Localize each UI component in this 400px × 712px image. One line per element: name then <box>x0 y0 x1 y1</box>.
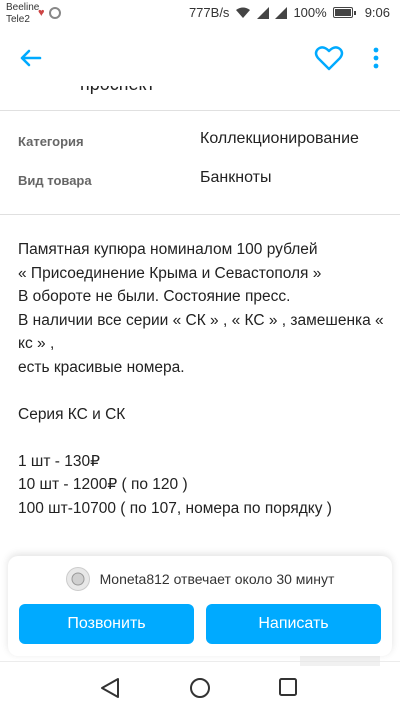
heart-monitor-icon: ♥ <box>38 7 45 19</box>
notification-icons: ♥ <box>38 7 61 19</box>
wifi-icon <box>236 7 251 18</box>
description-line: В наличии все серии « СК » , « КС » , за… <box>18 311 384 329</box>
clock: 9:06 <box>364 5 390 20</box>
property-key: Категория <box>18 134 84 149</box>
message-button[interactable]: Написать <box>206 604 381 644</box>
description-line: Серия КС и СК <box>18 405 126 423</box>
description-line: « Присоединение Крыма и Севастополя » <box>18 264 322 282</box>
carrier-info: Beeline Tele2 <box>6 2 39 26</box>
description-line: Памятная купюра номиналом 100 рублей <box>18 241 318 258</box>
signal-icon <box>257 6 270 19</box>
battery-icon <box>332 7 356 18</box>
app-bar <box>0 28 400 86</box>
carrier-1: Beeline <box>6 2 40 13</box>
divider <box>0 110 400 111</box>
home-circle-icon[interactable] <box>189 677 211 699</box>
network-speed: 777B/s <box>188 5 230 20</box>
seller-row: Moneta812 отвечает около 30 минут <box>8 566 392 592</box>
call-button[interactable]: Позвонить <box>19 604 194 644</box>
status-bar: Beeline Tele2 ♥ 777B/s 100% 9:06 <box>0 0 400 28</box>
triangle-back-icon[interactable] <box>98 677 122 699</box>
description: Памятная купюра номиналом 100 рублей « П… <box>18 238 388 520</box>
description-line: 1 шт - 130₽ <box>18 452 100 470</box>
address-text: проспект <box>80 86 155 95</box>
description-line: 100 шт-10700 ( по 107, номера по порядку… <box>18 499 332 517</box>
divider <box>0 214 400 215</box>
description-line: В обороте не были. Состояние пресс. <box>18 288 291 305</box>
square-recent-icon[interactable] <box>278 677 298 697</box>
property-row-item-type: Вид товара Банкноты <box>0 163 400 202</box>
properties-list: Категория Коллекционирование Вид товара … <box>0 124 400 202</box>
navigation-bar <box>0 661 400 712</box>
status-right: 777B/s 100% 9:06 <box>189 5 390 20</box>
property-key: Вид товара <box>18 173 92 188</box>
battery-percent: 100% <box>293 5 327 20</box>
property-row-category: Категория Коллекционирование <box>0 124 400 163</box>
signal-icon-2 <box>275 6 288 19</box>
description-gap <box>18 426 388 450</box>
description-gap <box>18 379 388 403</box>
property-value: Коллекционирование <box>200 130 359 147</box>
contact-card: Moneta812 отвечает около 30 минут Позвон… <box>8 556 392 656</box>
coin-icon <box>71 572 85 586</box>
more-vertical-icon[interactable] <box>364 42 388 74</box>
sync-icon <box>48 7 61 19</box>
carrier-2: Tele2 <box>6 14 30 25</box>
description-line: 10 шт - 1200₽ ( по 120 ) <box>18 476 188 493</box>
heart-icon[interactable] <box>314 44 344 72</box>
description-line: кс » , <box>18 335 55 352</box>
avatar <box>65 567 90 591</box>
seller-response-time: Moneta812 отвечает около 30 минут <box>99 571 335 587</box>
description-line: есть красивые номера. <box>18 358 185 376</box>
property-value: Банкноты <box>200 169 272 186</box>
arrow-left-icon[interactable] <box>14 42 46 74</box>
